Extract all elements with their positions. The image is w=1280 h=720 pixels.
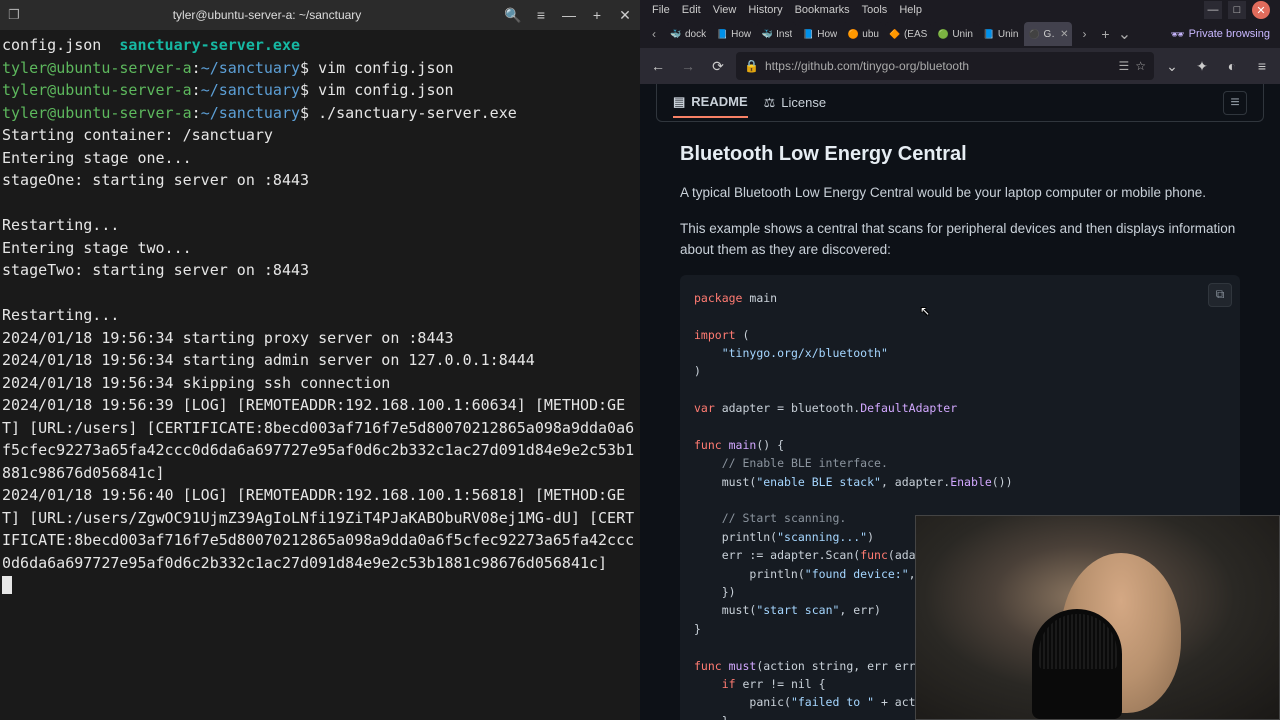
hamburger-menu-icon[interactable]: ≡ [1250,54,1274,78]
menu-edit[interactable]: Edit [676,4,707,16]
tab-close-icon[interactable]: ✕ [1060,29,1068,40]
log-line: Entering stage two... [2,239,192,257]
pocket-icon[interactable]: ⌄ [1160,54,1184,78]
file-listing: config.json [2,36,101,54]
forward-button[interactable]: → [676,54,700,78]
mouse-cursor-icon: ↖ [920,304,930,318]
section-heading: Bluetooth Low Energy Central [680,138,1240,170]
tab-overflow-icon[interactable]: ⌄ [1116,24,1132,44]
terminal-titlebar: ❐ tyler@ubuntu-server-a: ~/sanctuary 🔍 ≡… [0,0,640,30]
browser-tab[interactable]: 🐳dock [666,22,710,46]
menu-history[interactable]: History [742,4,788,16]
readme-tab[interactable]: ▤ README [673,88,748,118]
log-line: 2024/01/18 19:56:40 [LOG] [REMOTEADDR:19… [2,486,634,572]
new-tab-button[interactable]: + [1096,26,1114,42]
browser-tab[interactable]: 📘How [712,22,755,46]
close-button[interactable]: ✕ [1252,1,1270,19]
command-text: vim config.json [318,81,453,99]
browser-tab[interactable]: 🔶(EAS [885,22,931,46]
terminal-app-icon: ❐ [6,7,22,23]
webcam-feed [916,516,1279,719]
browser-tab[interactable]: 📘How [798,22,841,46]
log-line: Restarting... [2,306,119,324]
close-button[interactable]: ✕ [616,6,634,24]
tab-favicon-icon: 🐳 [761,28,773,40]
tab-favicon-icon: 📘 [802,28,814,40]
tab-scroll-right-icon[interactable]: › [1074,24,1094,44]
prompt-user: tyler [2,59,47,77]
browser-tab[interactable]: 🐳Inst [757,22,796,46]
browser-window: File Edit View History Bookmarks Tools H… [640,0,1280,720]
menu-icon[interactable]: ≡ [532,6,550,24]
reload-button[interactable]: ⟳ [706,54,730,78]
log-line: 2024/01/18 19:56:39 [LOG] [REMOTEADDR:19… [2,396,634,482]
maximize-button[interactable]: □ [1228,1,1246,19]
terminal-output[interactable]: config.json sanctuary-server.exe tyler@u… [0,30,640,720]
tab-scroll-left-icon[interactable]: ‹ [644,24,664,44]
log-line: 2024/01/18 19:56:34 starting admin serve… [2,351,535,369]
terminal-cursor [2,576,12,594]
tab-favicon-icon: 🟠 [847,28,859,40]
tab-favicon-icon: 🐳 [670,28,682,40]
browser-menubar: File Edit View History Bookmarks Tools H… [640,0,1280,20]
url-bar[interactable]: 🔒 https://github.com/tinygo-org/bluetoot… [736,52,1154,80]
lock-icon: 🔒 [744,59,759,73]
browser-tab-active[interactable]: ⚫Git✕ [1024,22,1072,46]
menu-tools[interactable]: Tools [856,4,894,16]
copy-button[interactable]: ⧉ [1208,283,1232,307]
command-text: vim config.json [318,59,453,77]
menu-help[interactable]: Help [893,4,928,16]
tab-favicon-icon: 🔶 [889,28,901,40]
log-line: Entering stage one... [2,149,192,167]
minimize-button[interactable]: — [560,6,578,24]
webcam-overlay [915,515,1280,720]
private-browsing-badge: 🕶 Private browsing [1165,28,1276,41]
search-icon[interactable]: 🔍 [504,6,522,24]
tab-favicon-icon: 📘 [716,28,728,40]
paragraph: This example shows a central that scans … [680,218,1240,261]
scale-icon: ⚖ [764,95,776,111]
browser-nav-bar: ← → ⟳ 🔒 https://github.com/tinygo-org/bl… [640,48,1280,84]
terminal-window-controls: 🔍 ≡ — + ✕ [504,6,634,24]
browser-tab[interactable]: 📘Unin [979,22,1023,46]
license-tab[interactable]: ⚖ License [764,89,826,117]
back-button[interactable]: ← [646,54,670,78]
minimize-button[interactable]: — [1204,1,1222,19]
log-line: Starting container: /sanctuary [2,126,273,144]
log-line: 2024/01/18 19:56:34 skipping ssh connect… [2,374,390,392]
tab-favicon-icon: 🟢 [937,28,949,40]
prompt-path: ~/sanctuary [201,59,300,77]
terminal-title: tyler@ubuntu-server-a: ~/sanctuary [30,8,504,22]
terminal-window: ❐ tyler@ubuntu-server-a: ~/sanctuary 🔍 ≡… [0,0,640,720]
window-controls: — □ ✕ [1204,1,1274,19]
star-icon[interactable]: ☆ [1135,59,1146,73]
extensions-icon[interactable]: ✦ [1190,54,1214,78]
paragraph: A typical Bluetooth Low Energy Central w… [680,182,1240,204]
file-listing: sanctuary-server.exe [119,36,300,54]
tab-favicon-icon: ⚫ [1028,28,1040,40]
mask-icon: 🕶 [1171,28,1185,41]
log-line: 2024/01/18 19:56:34 starting proxy serve… [2,329,454,347]
menu-file[interactable]: File [646,4,676,16]
menu-view[interactable]: View [707,4,743,16]
log-line: Restarting... [2,216,119,234]
book-icon: ▤ [673,94,685,110]
browser-tab[interactable]: 🟢Unin [933,22,977,46]
account-icon[interactable]: ◐ [1220,54,1244,78]
table-of-contents-icon[interactable]: ≡ [1223,91,1247,115]
repo-file-tabs: ▤ README ⚖ License ≡ [656,84,1264,122]
command-text: ./sanctuary-server.exe [318,104,517,122]
browser-tab-strip: ‹ 🐳dock 📘How 🐳Inst 📘How 🟠ubu 🔶(EAS 🟢Unin… [640,20,1280,48]
log-line: stageOne: starting server on :8443 [2,171,309,189]
prompt-host: ubuntu-server-a [56,59,191,77]
menu-bookmarks[interactable]: Bookmarks [789,4,856,16]
new-tab-button[interactable]: + [588,6,606,24]
reader-icon[interactable]: ☰ [1118,59,1129,73]
url-text: https://github.com/tinygo-org/bluetooth [765,59,1113,73]
tab-favicon-icon: 📘 [983,28,995,40]
browser-tab[interactable]: 🟠ubu [843,22,883,46]
log-line: stageTwo: starting server on :8443 [2,261,309,279]
